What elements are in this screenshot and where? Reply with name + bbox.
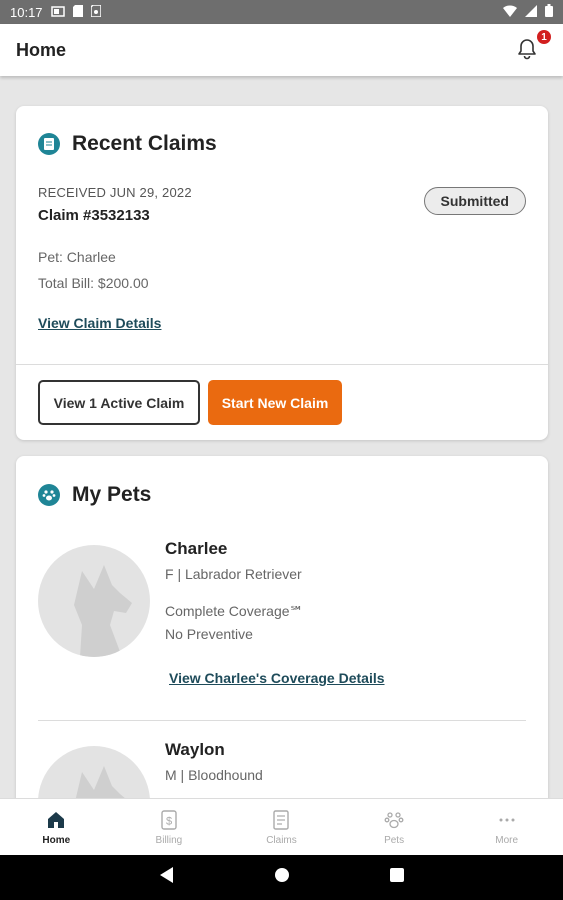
nav-home-label: Home (42, 834, 71, 846)
notification-badge: 1 (537, 30, 551, 44)
nav-pets[interactable]: Pets (338, 799, 451, 855)
nav-billing-label: Billing (155, 834, 183, 846)
recent-claims-header: Recent Claims (38, 132, 217, 156)
claim-pet: Pet: Charlee (38, 249, 116, 265)
home-icon (48, 811, 65, 828)
view-claim-details-link[interactable]: View Claim Details (38, 315, 161, 331)
paw-icon (384, 811, 404, 828)
pet-avatar (38, 746, 150, 798)
app-bar: Home 1 (0, 24, 563, 76)
claim-received-date: RECEIVED JUN 29, 2022 (38, 185, 192, 200)
nav-billing[interactable]: $ Billing (113, 799, 226, 855)
battery-icon (545, 4, 553, 20)
nav-more-label: More (495, 834, 519, 846)
pet-name: Waylon (165, 740, 225, 759)
pet-avatar (38, 545, 150, 657)
pet-preventive: No Preventive (165, 626, 253, 642)
back-icon[interactable] (159, 867, 174, 888)
status-time: 10:17 (10, 4, 43, 20)
my-pets-card: My Pets Charlee F | Labrador Retriever C… (16, 456, 548, 798)
main-content[interactable]: Recent Claims RECEIVED JUN 29, 2022 Clai… (0, 76, 563, 798)
recents-icon[interactable] (389, 868, 404, 887)
recent-claims-title: Recent Claims (72, 132, 217, 155)
nav-claims[interactable]: Claims (225, 799, 338, 855)
dollar-icon: $ (161, 809, 177, 830)
bell-icon (518, 39, 536, 60)
wifi-icon (503, 4, 517, 20)
svg-text:$: $ (166, 815, 172, 827)
view-coverage-details-link[interactable]: View Charlee's Coverage Details (169, 670, 385, 686)
pet-sex-breed: F | Labrador Retriever (165, 566, 302, 582)
nav-pets-label: Pets (384, 834, 405, 846)
notifications-button[interactable]: 1 (515, 30, 551, 63)
sd-card-icon (72, 4, 83, 20)
dog-silhouette-icon (75, 766, 125, 798)
nav-more[interactable]: More (450, 799, 563, 855)
claim-document-icon (38, 133, 60, 155)
bottom-nav: Home $ Billing Claims Pets More (0, 798, 563, 855)
storage-icon (89, 3, 102, 20)
nav-claims-label: Claims (266, 834, 297, 846)
nav-home[interactable]: Home (0, 799, 113, 855)
pet-coverage: Complete Coverage℠ (165, 603, 304, 619)
page-title: Home (16, 39, 67, 60)
home-circle-icon[interactable] (274, 867, 290, 888)
signal-icon (525, 4, 537, 20)
claim-total-bill: Total Bill: $200.00 (38, 275, 149, 291)
recent-claims-card: Recent Claims RECEIVED JUN 29, 2022 Clai… (16, 106, 548, 440)
claim-status-badge: Submitted (423, 187, 526, 215)
card-divider (16, 364, 548, 365)
cast-icon (50, 5, 65, 20)
more-icon (499, 818, 515, 821)
dog-silhouette-icon (74, 565, 132, 657)
pet-sex-breed: M | Bloodhound (165, 767, 263, 783)
status-bar: 10:17 (0, 0, 563, 24)
my-pets-title: My Pets (72, 483, 152, 506)
claim-number: Claim #3532133 (38, 207, 150, 224)
my-pets-header: My Pets (38, 483, 151, 507)
pet-name: Charlee (165, 539, 228, 558)
system-nav-bar (0, 855, 563, 900)
start-new-claim-button[interactable]: Start New Claim (208, 380, 342, 425)
document-icon (273, 809, 290, 830)
pet-divider (38, 720, 526, 721)
paw-badge-icon (38, 484, 60, 506)
view-active-claim-button[interactable]: View 1 Active Claim (38, 380, 200, 425)
